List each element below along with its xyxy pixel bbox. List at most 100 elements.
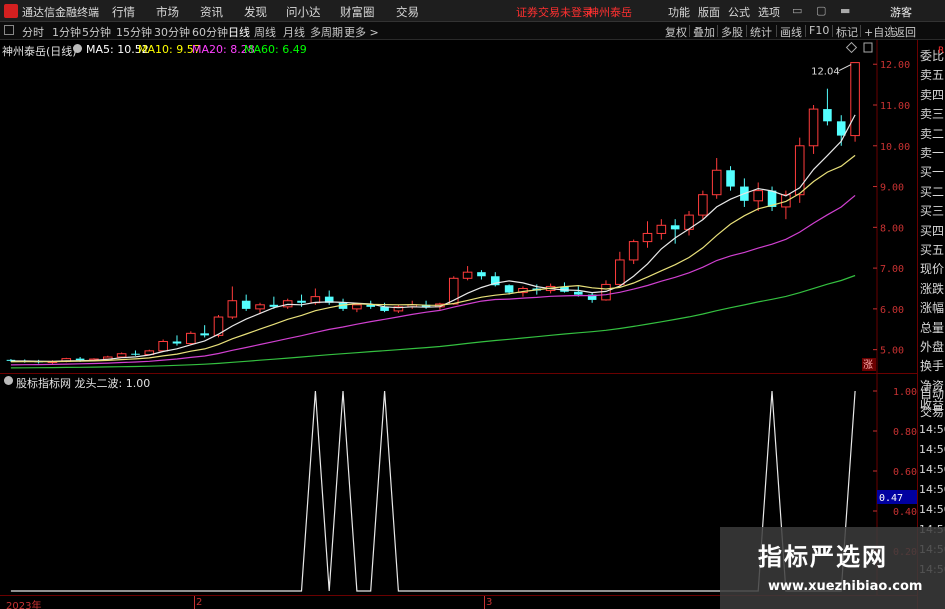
menu-options[interactable]: 选项 xyxy=(758,4,780,20)
quote-label-9[interactable]: 买四 xyxy=(920,222,944,239)
menu-item-2[interactable]: 资讯 xyxy=(200,4,223,20)
candle[interactable] xyxy=(823,88,832,126)
candle[interactable] xyxy=(282,298,293,309)
indicator-settings-icon[interactable] xyxy=(4,376,13,385)
quote-label-12[interactable]: 涨跌 xyxy=(920,280,944,297)
tool-separator xyxy=(689,25,690,37)
period-tab-2[interactable]: 5分钟 xyxy=(82,24,111,40)
candle[interactable] xyxy=(477,270,486,280)
quote-label-2[interactable]: 卖四 xyxy=(920,86,944,103)
candle[interactable] xyxy=(684,211,694,236)
candle[interactable] xyxy=(628,239,639,265)
candle[interactable] xyxy=(227,286,238,320)
date-tick xyxy=(484,596,485,609)
menu-item-5[interactable]: 财富圈 xyxy=(340,4,375,20)
candle[interactable] xyxy=(698,190,708,220)
period-tab-3[interactable]: 15分钟 xyxy=(116,24,152,40)
period-tab-6[interactable]: 日线 xyxy=(228,24,250,40)
candle[interactable] xyxy=(172,335,182,346)
guest-label[interactable]: 游客 xyxy=(890,4,912,20)
menu-function[interactable]: 功能 xyxy=(668,4,690,20)
candle[interactable] xyxy=(656,219,667,240)
candle[interactable] xyxy=(587,292,597,303)
menu-layout[interactable]: 版面 xyxy=(698,4,720,20)
tool-button-6[interactable]: 标记 xyxy=(836,24,858,40)
menu-item-6[interactable]: 交易 xyxy=(396,4,419,20)
auto-trade-label-1[interactable]: 交易 xyxy=(920,403,944,420)
menu-item-4[interactable]: 问小达 xyxy=(286,4,321,20)
candle[interactable] xyxy=(241,294,251,311)
settings-dot-icon[interactable] xyxy=(73,44,82,53)
candle[interactable] xyxy=(131,350,140,356)
period-tab-1[interactable]: 1分钟 xyxy=(52,24,81,40)
tool-button-4[interactable]: 画线 xyxy=(780,24,802,40)
tool-button-5[interactable]: F10 xyxy=(809,24,829,37)
period-tab-8[interactable]: 月线 xyxy=(283,24,305,40)
candle[interactable] xyxy=(753,182,763,212)
tool-button-8[interactable]: 返回 xyxy=(894,24,916,40)
menu-item-3[interactable]: 发现 xyxy=(244,4,267,20)
quote-label-3[interactable]: 卖三 xyxy=(920,105,944,122)
period-tab-10[interactable]: 更多 > xyxy=(344,24,379,40)
quote-label-10[interactable]: 买五 xyxy=(920,241,944,258)
diamond-icon[interactable] xyxy=(845,41,858,54)
quote-label-7[interactable]: 买二 xyxy=(920,183,944,200)
candle[interactable] xyxy=(615,251,625,287)
candle[interactable] xyxy=(642,221,653,248)
close-panel-icon[interactable]: ▬ xyxy=(840,4,850,17)
login-warning[interactable]: 证券交易未登录 xyxy=(516,4,593,20)
quote-label-5[interactable]: 卖一 xyxy=(920,144,944,161)
candle[interactable] xyxy=(255,302,265,313)
quote-label-8[interactable]: 买三 xyxy=(920,202,944,219)
candle[interactable] xyxy=(393,304,404,313)
period-tab-0[interactable]: 分时 xyxy=(22,24,44,40)
auto-trade-label-0[interactable]: 自动 xyxy=(920,385,944,402)
menu-formula[interactable]: 公式 xyxy=(728,4,750,20)
tool-button-1[interactable]: 叠加 xyxy=(693,24,715,40)
candle[interactable] xyxy=(808,105,819,154)
restore-icon[interactable]: ▢ xyxy=(816,4,826,17)
trade-time-3: 14:50 xyxy=(919,483,945,496)
candle[interactable] xyxy=(324,290,334,305)
candle[interactable] xyxy=(200,325,209,338)
candle[interactable] xyxy=(726,166,735,191)
app-logo-icon xyxy=(4,4,18,18)
price-tick-0: 12.00 xyxy=(880,60,910,71)
price-tick-4: 8.00 xyxy=(880,223,904,234)
candle[interactable] xyxy=(186,331,196,345)
candlestick-chart[interactable]: 12.00 11.00 10.00 9.00 8.00 7.00 6.00 5.00 12.04… xyxy=(0,40,945,373)
indicator-tick-1: 0.80 xyxy=(893,427,917,438)
quote-label-4[interactable]: 卖二 xyxy=(920,125,944,142)
panel-icon[interactable] xyxy=(863,42,873,53)
tool-button-3[interactable]: 统计 xyxy=(750,24,772,40)
period-tab-4[interactable]: 30分钟 xyxy=(154,24,190,40)
quote-label-14[interactable]: 总量 xyxy=(920,319,944,336)
watermark-title: 指标严选网 xyxy=(758,543,888,571)
period-tab-9[interactable]: 多周期 xyxy=(310,24,343,40)
candle[interactable] xyxy=(711,158,722,199)
period-tab-7[interactable]: 周线 xyxy=(254,24,276,40)
trade-time-2: 14:50 xyxy=(919,463,945,476)
tool-button-2[interactable]: 多股 xyxy=(721,24,743,40)
price-tick-3: 9.00 xyxy=(880,183,904,194)
minimize-icon[interactable]: ▭ xyxy=(792,4,802,17)
price-chart-svg[interactable]: 12.00 11.00 10.00 9.00 8.00 7.00 6.00 5.00 12.04… xyxy=(0,40,945,373)
stock-tag[interactable]: 神州泰岳 xyxy=(588,4,632,20)
quote-label-13[interactable]: 涨幅 xyxy=(920,299,944,316)
quote-label-11[interactable]: 现价 xyxy=(920,260,944,277)
quote-label-1[interactable]: 卖五 xyxy=(920,66,944,83)
menu-item-0[interactable]: 行情 xyxy=(112,4,135,20)
tool-button-0[interactable]: 复权 xyxy=(665,24,687,40)
quote-label-15[interactable]: 外盘 xyxy=(920,338,944,355)
candle[interactable] xyxy=(462,266,473,281)
period-tab-5[interactable]: 60分钟 xyxy=(192,24,228,40)
candle[interactable] xyxy=(850,62,860,142)
menu-bar: 通达信金融终端 行情 市场 资讯 发现 问小达 财富圈 交易 证券交易未登录 神州泰岳 功能… xyxy=(0,0,945,22)
quote-label-6[interactable]: 买一 xyxy=(920,163,944,180)
candle[interactable] xyxy=(158,339,168,352)
price-tick-5: 7.00 xyxy=(880,264,904,275)
menu-item-1[interactable]: 市场 xyxy=(156,4,179,20)
quote-panel: 委比 卖五 卖四 卖三 卖二 卖一 买一 买二 买三 买四 买五 现价 涨跌 涨幅 总量 外盘 换手 净资 收益 自动… xyxy=(917,40,945,609)
toggle-icon[interactable] xyxy=(4,25,14,35)
quote-label-16[interactable]: 换手 xyxy=(920,357,944,374)
